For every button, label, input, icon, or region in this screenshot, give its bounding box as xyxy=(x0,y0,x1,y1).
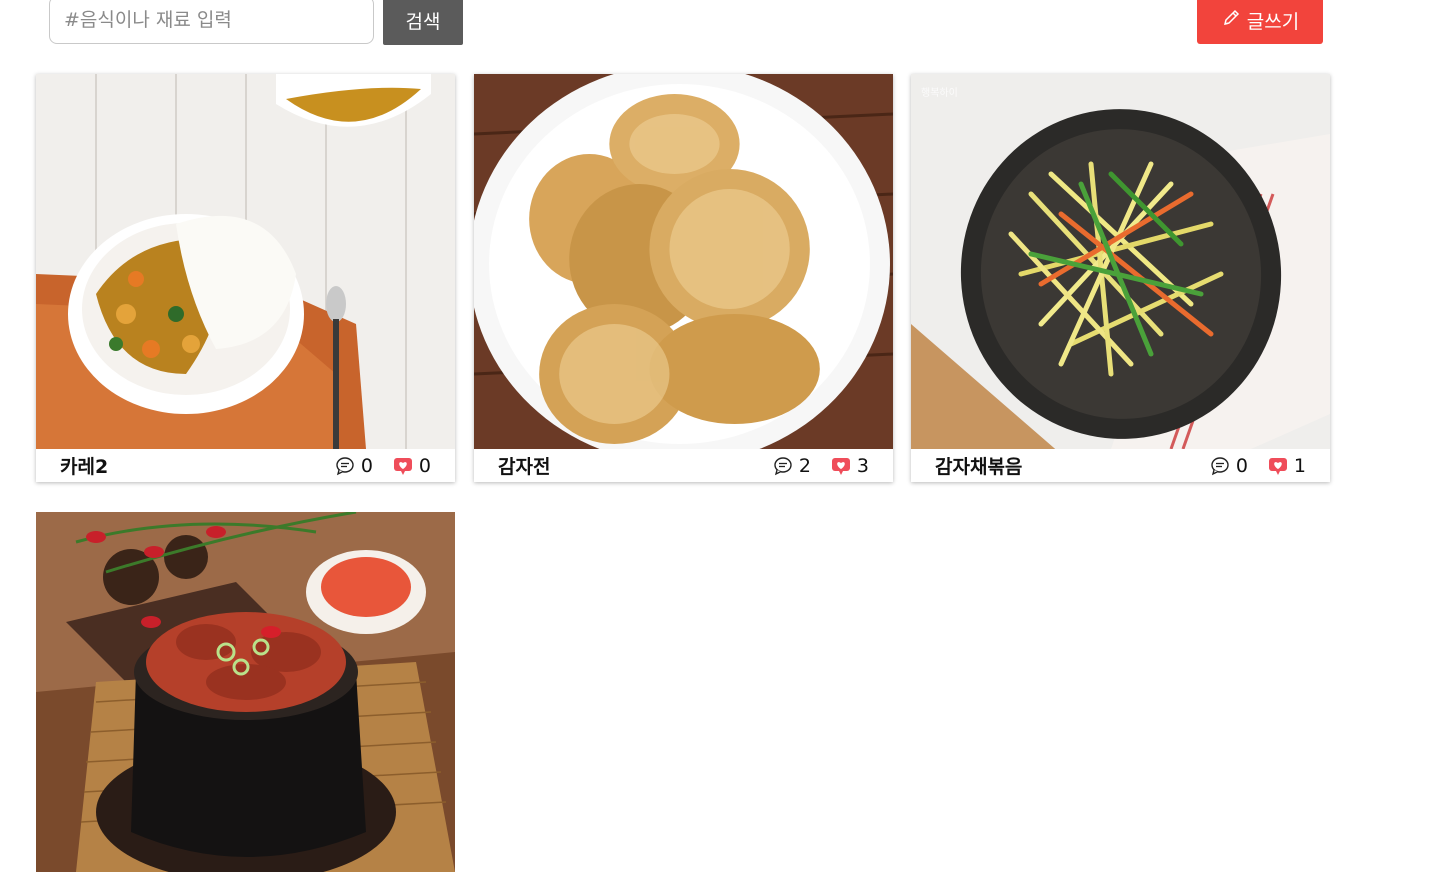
comment-count: 2 xyxy=(798,454,811,477)
card-stats: 0 0 xyxy=(335,455,431,477)
heart-icon xyxy=(393,456,413,476)
search-input[interactable] xyxy=(49,0,374,44)
comment-count: 0 xyxy=(1235,454,1248,477)
recipe-card[interactable]: 행복하이 감자채볶음 0 1 xyxy=(911,74,1330,482)
recipe-title: 감자전 xyxy=(498,456,551,478)
recipe-card[interactable] xyxy=(36,512,455,872)
write-button-label: 글쓰기 xyxy=(1246,10,1300,33)
heart-icon xyxy=(1268,456,1288,476)
pencil-icon xyxy=(1221,8,1241,33)
card-stats: 2 3 xyxy=(773,455,869,477)
curry-rice-photo[interactable] xyxy=(36,74,455,449)
heart-icon xyxy=(831,456,851,476)
comment-icon xyxy=(1210,456,1230,476)
card-meta: 감자전 2 3 xyxy=(474,449,893,482)
card-stats: 0 1 xyxy=(1210,455,1306,477)
stir-fried-potato-photo[interactable]: 행복하이 xyxy=(911,74,1330,449)
recipe-card[interactable]: 감자전 2 3 xyxy=(474,74,893,482)
comment-count: 0 xyxy=(360,454,373,477)
search-button[interactable]: 검색 xyxy=(383,0,463,45)
like-count: 3 xyxy=(856,454,869,477)
potato-pancake-photo[interactable] xyxy=(474,74,893,449)
card-meta: 카레2 0 0 xyxy=(36,449,455,482)
recipe-title: 감자채볶음 xyxy=(935,456,1023,478)
recipe-title: 카레2 xyxy=(60,456,109,478)
comment-icon xyxy=(773,456,793,476)
recipe-card[interactable]: 카레2 0 0 xyxy=(36,74,455,482)
comment-icon xyxy=(335,456,355,476)
like-count: 1 xyxy=(1293,454,1306,477)
svg-text:행복하이: 행복하이 xyxy=(921,86,958,99)
recipe-board-page: 검색 글쓰기 xyxy=(0,0,1440,872)
like-count: 0 xyxy=(418,454,431,477)
card-meta: 감자채볶음 0 1 xyxy=(911,449,1330,482)
write-post-button[interactable]: 글쓰기 xyxy=(1197,0,1323,44)
braised-kimchi-pot-photo[interactable] xyxy=(36,512,455,872)
